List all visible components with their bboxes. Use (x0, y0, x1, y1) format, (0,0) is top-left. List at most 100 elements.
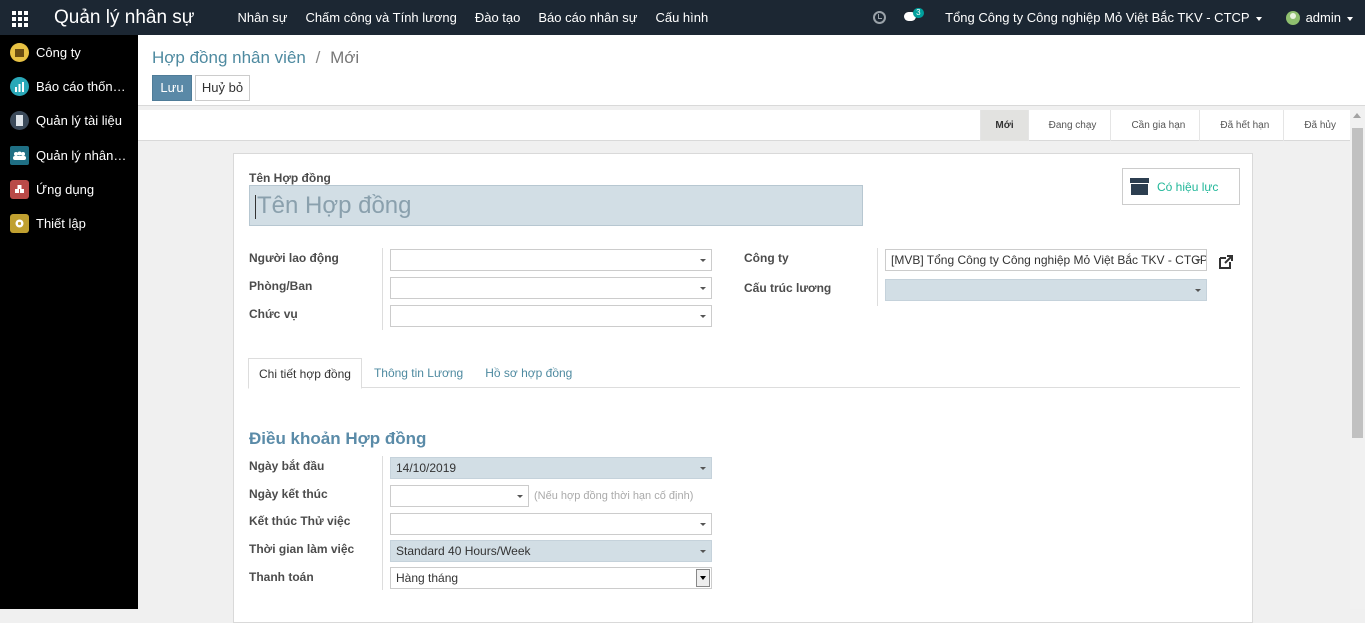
messages-button[interactable]: 3 (904, 8, 924, 23)
company-name: Tổng Công ty Công nghiệp Mỏ Việt Bắc TKV… (945, 10, 1250, 25)
sidebar-item-label: Quản lý nhân sự (36, 147, 128, 163)
save-button[interactable]: Lưu (152, 75, 192, 101)
stage-to-renew[interactable]: Cần gia hạn (1110, 110, 1199, 141)
sidebar-item-settings[interactable]: Thiết lập (0, 206, 138, 240)
end-date-label: Ngày kết thúc (249, 487, 328, 501)
department-select[interactable] (390, 277, 712, 299)
active-status-label: Có hiệu lực (1157, 179, 1219, 194)
department-label: Phòng/Ban (249, 279, 313, 293)
sidebar-item-label: Báo cáo thống kê (36, 78, 128, 94)
chevron-down-icon (700, 287, 706, 290)
scrollbar[interactable] (1350, 110, 1365, 609)
menu-item-employees[interactable]: Nhân sự (238, 10, 288, 25)
top-navbar: Quản lý nhân sự Nhân sự Chấm công và Tín… (0, 0, 1365, 35)
scroll-up-arrow-icon[interactable] (1353, 113, 1361, 118)
cancel-button[interactable]: Huỷ bỏ (195, 75, 250, 101)
label-divider (382, 248, 383, 330)
sidebar-item-label: Ứng dụng (36, 181, 95, 197)
name-placeholder: Tên Hợp đồng (257, 192, 412, 219)
user-avatar (1285, 10, 1300, 25)
company-label: Công ty (744, 251, 789, 265)
tab-salary-info[interactable]: Thông tin Lương (364, 358, 473, 388)
chevron-down-icon (700, 550, 706, 553)
breadcrumb-current: Mới (330, 48, 360, 67)
breadcrumb: Hợp đồng nhân viên / Mới (152, 48, 359, 68)
user-name: admin (1305, 10, 1341, 25)
trial-end-input[interactable] (390, 513, 712, 535)
section-title: Điều khoản Hợp đồng (249, 429, 427, 448)
payment-select[interactable]: Hàng tháng (390, 567, 712, 589)
sidebar-item-label: Thiết lập (36, 216, 86, 232)
sidebar-item-documents[interactable]: Quản lý tài liệu (0, 104, 138, 138)
schedule-value: Standard 40 Hours/Week (396, 544, 531, 558)
menu-item-configuration[interactable]: Cấu hình (655, 10, 708, 25)
messages-badge: 3 (913, 8, 924, 18)
stage-new[interactable]: Mới (980, 110, 1028, 141)
activity-clock-icon[interactable] (873, 11, 887, 24)
company-switcher[interactable]: Tổng Công ty Công nghiệp Mỏ Việt Bắc TKV… (945, 10, 1262, 25)
text-cursor (255, 194, 256, 219)
chevron-down-icon (1255, 16, 1262, 21)
main-menu: Nhân sự Chấm công và Tính lương Đào tạo … (238, 10, 727, 25)
archive-icon (1130, 178, 1149, 195)
chevron-down-icon (700, 259, 706, 262)
app-title: Quản lý nhân sự (54, 6, 195, 28)
menu-item-attendance-payroll[interactable]: Chấm công và Tính lương (305, 10, 456, 25)
end-date-input[interactable] (390, 485, 529, 507)
stage-pipeline: Mới Đang chạy Cần gia hạn Đã hết hạn Đã … (980, 110, 1350, 141)
stage-running[interactable]: Đang chạy (1027, 110, 1111, 141)
notebook-tabs: Chi tiết hợp đồng Thông tin Lương Hồ sơ … (248, 358, 1240, 389)
menu-item-training[interactable]: Đào tạo (475, 10, 521, 25)
breadcrumb-parent[interactable]: Hợp đồng nhân viên (152, 48, 306, 67)
company-select[interactable]: [MVB] Tổng Công ty Công nghiệp Mỏ Việt B… (885, 249, 1207, 271)
people-icon (10, 145, 29, 165)
active-status-button[interactable]: Có hiệu lực (1122, 168, 1240, 205)
sidebar-item-apps[interactable]: Ứng dụng (0, 172, 138, 206)
schedule-label: Thời gian làm việc (249, 542, 355, 556)
working-schedule-select[interactable]: Standard 40 Hours/Week (390, 540, 712, 562)
label-divider (877, 248, 878, 306)
job-select[interactable] (390, 305, 712, 327)
control-panel (138, 35, 1365, 106)
apps-grid-icon[interactable] (12, 10, 28, 27)
start-date-label: Ngày bắt đầu (249, 459, 325, 473)
start-date-value: 14/10/2019 (396, 461, 457, 475)
salary-structure-select[interactable] (885, 279, 1207, 301)
tab-contract-files[interactable]: Hồ sơ hợp đồng (475, 358, 582, 388)
stage-expired[interactable]: Đã hết hạn (1199, 110, 1283, 141)
cubes-icon (10, 179, 29, 199)
stage-cancelled[interactable]: Đã hủy (1283, 110, 1350, 141)
label-divider (382, 456, 383, 590)
external-link-icon[interactable] (1218, 254, 1234, 270)
main-content: Hợp đồng nhân viên / Mới Lưu Huỷ bỏ Mới … (138, 35, 1365, 623)
building-icon (10, 42, 29, 62)
sidebar-item-company[interactable]: Công ty (0, 35, 138, 69)
breadcrumb-separator: / (315, 48, 321, 67)
chevron-down-icon (1195, 259, 1201, 262)
payment-value: Hàng tháng (396, 571, 459, 585)
menu-item-reports[interactable]: Báo cáo nhân sự (538, 10, 637, 25)
chevron-down-icon (517, 495, 523, 498)
topbar-right: 3 Tổng Công ty Công nghiệp Mỏ Việt Bắc T… (873, 8, 1365, 25)
bar-chart-icon (10, 76, 29, 96)
sidebar-item-reports[interactable]: Báo cáo thống kê (0, 69, 138, 103)
sidebar-item-hr[interactable]: Quản lý nhân sự (0, 138, 138, 172)
scroll-thumb[interactable] (1352, 128, 1363, 438)
start-date-input[interactable]: 14/10/2019 (390, 457, 712, 479)
chevron-down-icon (1195, 289, 1201, 292)
employee-select[interactable] (390, 249, 712, 271)
chevron-down-icon (700, 315, 706, 318)
chevron-down-icon (1347, 16, 1353, 21)
job-label: Chức vụ (249, 307, 298, 321)
contract-name-input[interactable]: Tên Hợp đồng (249, 185, 863, 226)
gear-icon (10, 214, 29, 234)
chevron-down-icon (700, 523, 706, 526)
sidebar-item-label: Công ty (36, 44, 81, 60)
dropdown-arrow-icon[interactable] (696, 569, 710, 587)
tab-contract-details[interactable]: Chi tiết hợp đồng (248, 358, 362, 389)
trial-end-label: Kết thúc Thử việc (249, 514, 351, 528)
structure-label: Cấu trúc lương (744, 281, 832, 295)
user-menu[interactable]: admin (1306, 10, 1353, 25)
form-sheet: Tên Hợp đồng Tên Hợp đồng Có hiệu lực Ng… (233, 153, 1253, 623)
sidebar: Công ty Báo cáo thống kê Quản lý tài liệ… (0, 35, 138, 609)
